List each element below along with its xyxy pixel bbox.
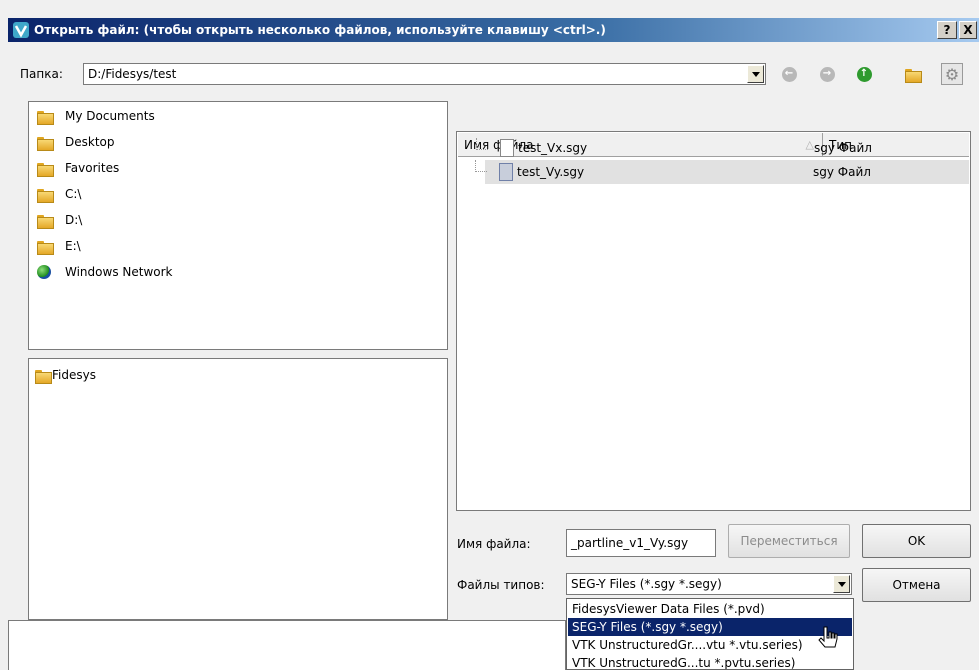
tree-line-icon xyxy=(475,160,487,172)
file-type: sgy Файл xyxy=(813,165,871,179)
chevron-down-icon[interactable] xyxy=(747,65,764,83)
file-icon xyxy=(500,139,514,157)
file-list: Имя файла △ Тип test_Vx.sgy sgy Файл tes… xyxy=(456,131,971,511)
chevron-down-icon[interactable] xyxy=(833,575,850,593)
ok-button[interactable]: OK xyxy=(862,524,971,558)
folder-icon xyxy=(37,239,54,255)
sidebar-item-label: C:\ xyxy=(65,187,82,201)
back-button[interactable]: ← xyxy=(778,63,800,85)
sidebar-item-label: Windows Network xyxy=(65,265,173,279)
table-row[interactable]: test_Vy.sgy sgy Файл xyxy=(475,160,969,184)
recent-folders-panel: Fidesys xyxy=(28,358,448,620)
sidebar-item-favorites[interactable]: Favorites xyxy=(37,157,119,179)
close-button[interactable]: X xyxy=(959,21,977,39)
dialog-title: Открыть файл: (чтобы открыть несколько ф… xyxy=(34,23,606,37)
filename-input[interactable]: _partline_v1_Vy.sgy xyxy=(566,529,716,557)
sidebar-item-label: Favorites xyxy=(65,161,120,175)
folder-path-combo[interactable]: D:/Fidesys/test xyxy=(83,63,766,85)
folder-icon xyxy=(37,135,54,151)
filetype-value: SEG-Y Files (*.sgy *.segy) xyxy=(571,577,722,591)
folder-icon xyxy=(37,109,54,125)
recent-item-label: Fidesys xyxy=(52,368,96,382)
file-icon xyxy=(499,163,513,181)
background-window-area xyxy=(8,620,566,670)
sidebar-item-drive-c[interactable]: C:\ xyxy=(37,183,81,205)
filename-label: Имя файла: xyxy=(457,537,531,551)
new-folder-button[interactable] xyxy=(900,63,922,85)
folder-icon xyxy=(37,161,54,177)
sidebar-item-label: Desktop xyxy=(65,135,115,149)
tree-line-icon xyxy=(476,138,488,150)
open-file-dialog: Открыть файл: (чтобы открыть несколько ф… xyxy=(0,0,979,670)
gear-icon: ⚙ xyxy=(944,64,960,84)
cancel-button[interactable]: Отмена xyxy=(862,568,971,602)
new-folder-icon xyxy=(905,67,922,83)
sidebar-item-label: My Documents xyxy=(65,109,155,123)
filename-value: _partline_v1_Vy.sgy xyxy=(571,536,689,550)
sidebar-item-drive-e[interactable]: E:\ xyxy=(37,235,81,257)
parent-folder-button[interactable]: ↑ xyxy=(853,63,875,85)
file-name: test_Vx.sgy xyxy=(518,141,588,155)
folder-path-value: D:/Fidesys/test xyxy=(88,67,177,81)
dropdown-option-selected[interactable]: SEG-Y Files (*.sgy *.segy) xyxy=(568,618,852,636)
app-logo-icon xyxy=(13,22,29,38)
filetype-dropdown-list: FidesysViewer Data Files (*.pvd) SEG-Y F… xyxy=(566,598,854,670)
dropdown-option[interactable]: VTK UnstructuredG...tu *.pvtu.series) xyxy=(568,654,852,669)
folder-label: Папка: xyxy=(20,67,63,81)
sidebar-item-my-documents[interactable]: My Documents xyxy=(37,105,155,127)
dropdown-option[interactable]: VTK UnstructuredGr....vtu *.vtu.series) xyxy=(568,636,852,654)
places-panel: My Documents Desktop Favorites C:\ D:\ E… xyxy=(28,101,448,350)
sidebar-item-desktop[interactable]: Desktop xyxy=(37,131,115,153)
forward-button[interactable]: → xyxy=(816,63,838,85)
sidebar-item-label: E:\ xyxy=(65,239,81,253)
back-arrow-icon: ← xyxy=(781,66,797,82)
file-name: test_Vy.sgy xyxy=(517,165,585,179)
forward-arrow-icon: → xyxy=(819,66,835,82)
up-arrow-icon: ↑ xyxy=(856,66,872,82)
sidebar-item-drive-d[interactable]: D:\ xyxy=(37,209,82,231)
folder-icon xyxy=(37,187,54,203)
network-globe-icon xyxy=(37,265,51,279)
filetype-label: Файлы типов: xyxy=(457,578,545,592)
detail-view-button[interactable]: ⚙ xyxy=(941,63,963,85)
dropdown-option[interactable]: FidesysViewer Data Files (*.pvd) xyxy=(568,600,852,618)
help-button[interactable]: ? xyxy=(937,21,957,39)
file-type: sgy Файл xyxy=(814,141,872,155)
recent-item-fidesys[interactable]: Fidesys xyxy=(35,364,96,386)
navigate-button[interactable]: Переместиться xyxy=(728,524,850,558)
title-bar: Открыть файл: (чтобы открыть несколько ф… xyxy=(8,18,979,42)
sidebar-item-windows-network[interactable]: Windows Network xyxy=(37,261,172,283)
table-row[interactable]: test_Vx.sgy sgy Файл xyxy=(458,136,969,160)
folder-icon xyxy=(37,213,54,229)
filetype-select[interactable]: SEG-Y Files (*.sgy *.segy) xyxy=(566,573,852,595)
mouse-cursor-icon xyxy=(818,626,838,648)
folder-icon xyxy=(35,368,52,384)
sidebar-item-label: D:\ xyxy=(65,213,83,227)
